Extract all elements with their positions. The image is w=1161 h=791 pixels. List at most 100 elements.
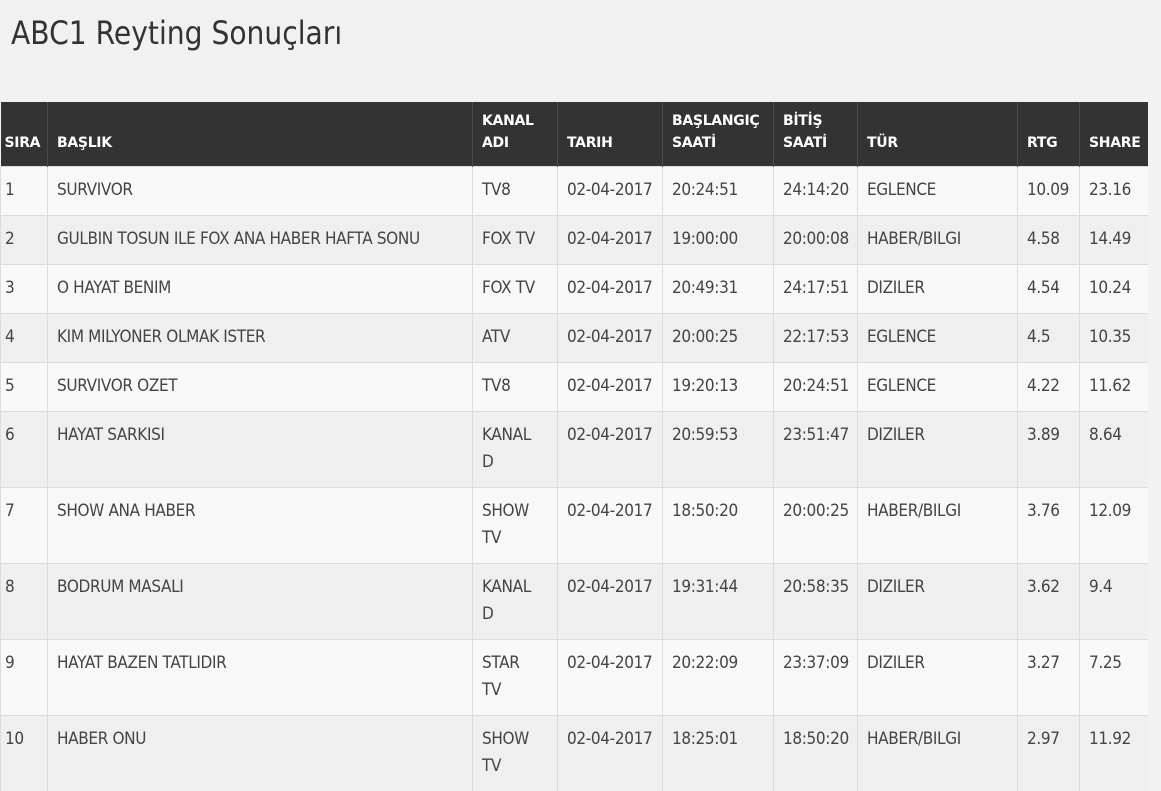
cell-tarih: 02-04-2017 bbox=[558, 314, 663, 363]
cell-share: 10.24 bbox=[1080, 265, 1148, 314]
cell-rtg: 4.5 bbox=[1018, 314, 1080, 363]
cell-baslangic: 19:00:00 bbox=[663, 216, 774, 265]
cell-rtg: 4.58 bbox=[1018, 216, 1080, 265]
column-header-rtg[interactable]: RTG bbox=[1018, 102, 1080, 167]
cell-tur-text: DIZILER bbox=[867, 422, 925, 449]
cell-tur: HABER/BILGI bbox=[858, 216, 1018, 265]
cell-share-text: 14.49 bbox=[1089, 226, 1131, 253]
cell-sira-text: 7 bbox=[5, 498, 14, 525]
cell-rtg: 3.27 bbox=[1018, 640, 1080, 716]
cell-baslik-text: SHOW ANA HABER bbox=[57, 498, 195, 525]
cell-share: 14.49 bbox=[1080, 216, 1148, 265]
cell-tarih: 02-04-2017 bbox=[558, 363, 663, 412]
cell-bitis: 20:58:35 bbox=[774, 564, 858, 640]
column-header-share[interactable]: SHARE bbox=[1080, 102, 1148, 167]
cell-baslangic: 19:20:13 bbox=[663, 363, 774, 412]
column-header-sira[interactable]: SIRA bbox=[1, 102, 48, 167]
cell-tarih: 02-04-2017 bbox=[558, 412, 663, 488]
cell-tur: EGLENCE bbox=[858, 314, 1018, 363]
cell-bitis: 24:14:20 bbox=[774, 167, 858, 216]
cell-tarih: 02-04-2017 bbox=[558, 716, 663, 791]
cell-tur: DIZILER bbox=[858, 265, 1018, 314]
cell-rtg-text: 4.58 bbox=[1027, 226, 1060, 253]
cell-tur-text: EGLENCE bbox=[867, 177, 936, 204]
cell-baslik-text: HABER ONU bbox=[57, 726, 146, 753]
cell-baslangic-text: 18:25:01 bbox=[672, 726, 738, 753]
cell-baslik-text: SURVIVOR bbox=[57, 177, 133, 204]
cell-bitis: 22:17:53 bbox=[774, 314, 858, 363]
cell-baslangic: 20:24:51 bbox=[663, 167, 774, 216]
cell-kanal-text: SHOW TV bbox=[482, 498, 541, 552]
cell-bitis-text: 22:17:53 bbox=[783, 324, 849, 351]
cell-baslangic: 18:50:20 bbox=[663, 488, 774, 564]
cell-bitis: 23:51:47 bbox=[774, 412, 858, 488]
cell-baslangic-text: 19:20:13 bbox=[672, 373, 738, 400]
cell-tarih-text: 02-04-2017 bbox=[567, 373, 652, 400]
cell-tarih: 02-04-2017 bbox=[558, 216, 663, 265]
cell-baslik: HAYAT BAZEN TATLIDIR bbox=[48, 640, 473, 716]
cell-sira: 8 bbox=[1, 564, 48, 640]
table-row: 5SURVIVOR OZETTV802-04-201719:20:1320:24… bbox=[1, 363, 1148, 412]
cell-sira: 2 bbox=[1, 216, 48, 265]
cell-bitis-text: 18:50:20 bbox=[783, 726, 849, 753]
cell-baslik: O HAYAT BENIM bbox=[48, 265, 473, 314]
cell-baslik-text: SURVIVOR OZET bbox=[57, 373, 177, 400]
cell-baslangic-text: 20:24:51 bbox=[672, 177, 738, 204]
cell-sira: 10 bbox=[1, 716, 48, 791]
cell-sira-text: 2 bbox=[5, 226, 14, 253]
cell-share-text: 7.25 bbox=[1089, 650, 1122, 677]
cell-share: 23.16 bbox=[1080, 167, 1148, 216]
cell-tur: DIZILER bbox=[858, 412, 1018, 488]
cell-rtg: 4.22 bbox=[1018, 363, 1080, 412]
cell-kanal-text: KANAL D bbox=[482, 422, 541, 476]
cell-kanal-text: ATV bbox=[482, 324, 510, 351]
cell-bitis: 23:37:09 bbox=[774, 640, 858, 716]
cell-baslangic: 20:59:53 bbox=[663, 412, 774, 488]
cell-share-text: 9.4 bbox=[1089, 574, 1112, 601]
cell-rtg: 2.97 bbox=[1018, 716, 1080, 791]
cell-rtg-text: 3.27 bbox=[1027, 650, 1060, 677]
cell-tarih-text: 02-04-2017 bbox=[567, 650, 652, 677]
cell-baslik-text: BODRUM MASALI bbox=[57, 574, 183, 601]
cell-sira-text: 4 bbox=[5, 324, 14, 351]
cell-baslangic: 18:25:01 bbox=[663, 716, 774, 791]
column-header-bitis[interactable]: BİTİŞ SAATİ bbox=[774, 102, 858, 167]
cell-sira-text: 6 bbox=[5, 422, 14, 449]
cell-sira-text: 9 bbox=[5, 650, 14, 677]
cell-bitis-text: 20:00:08 bbox=[783, 226, 849, 253]
cell-baslangic-text: 20:49:31 bbox=[672, 275, 738, 302]
cell-tarih-text: 02-04-2017 bbox=[567, 275, 652, 302]
cell-kanal-text: TV8 bbox=[482, 373, 510, 400]
cell-sira-text: 8 bbox=[5, 574, 14, 601]
cell-bitis: 18:50:20 bbox=[774, 716, 858, 791]
cell-sira: 5 bbox=[1, 363, 48, 412]
cell-baslik-text: HAYAT SARKISI bbox=[57, 422, 165, 449]
cell-rtg: 10.09 bbox=[1018, 167, 1080, 216]
cell-baslangic: 20:22:09 bbox=[663, 640, 774, 716]
cell-kanal-text: SHOW TV bbox=[482, 726, 541, 780]
ratings-table-container: SIRA BAŞLIK KANAL ADI TARIH BAŞLANGIÇ SA… bbox=[0, 102, 1147, 791]
column-header-tur[interactable]: TÜR bbox=[858, 102, 1018, 167]
cell-share: 9.4 bbox=[1080, 564, 1148, 640]
cell-tarih-text: 02-04-2017 bbox=[567, 498, 652, 525]
cell-tarih: 02-04-2017 bbox=[558, 167, 663, 216]
title-band: ABC1 Reyting Sonuçları bbox=[0, 0, 1161, 70]
column-header-tarih[interactable]: TARIH bbox=[558, 102, 663, 167]
cell-kanal-text: TV8 bbox=[482, 177, 510, 204]
cell-rtg-text: 3.62 bbox=[1027, 574, 1060, 601]
table-row: 2 GULBIN TOSUN ILE FOX ANA HABER HAFTA SO… bbox=[1, 216, 1148, 265]
cell-share-text: 10.35 bbox=[1089, 324, 1131, 351]
cell-baslik: GULBIN TOSUN ILE FOX ANA HABER HAFTA SON… bbox=[48, 216, 473, 265]
cell-sira-text: 10 bbox=[5, 726, 24, 753]
column-header-kanal[interactable]: KANAL ADI bbox=[473, 102, 558, 167]
cell-tur: HABER/BILGI bbox=[858, 716, 1018, 791]
column-header-baslik[interactable]: BAŞLIK bbox=[48, 102, 473, 167]
cell-share: 10.35 bbox=[1080, 314, 1148, 363]
cell-bitis-text: 23:37:09 bbox=[783, 650, 849, 677]
cell-rtg: 3.89 bbox=[1018, 412, 1080, 488]
cell-share: 8.64 bbox=[1080, 412, 1148, 488]
cell-baslik: SURVIVOR bbox=[48, 167, 473, 216]
cell-sira-text: 1 bbox=[5, 177, 14, 204]
cell-kanal-text: KANAL D bbox=[482, 574, 541, 628]
column-header-baslangic[interactable]: BAŞLANGIÇ SAATİ bbox=[663, 102, 774, 167]
